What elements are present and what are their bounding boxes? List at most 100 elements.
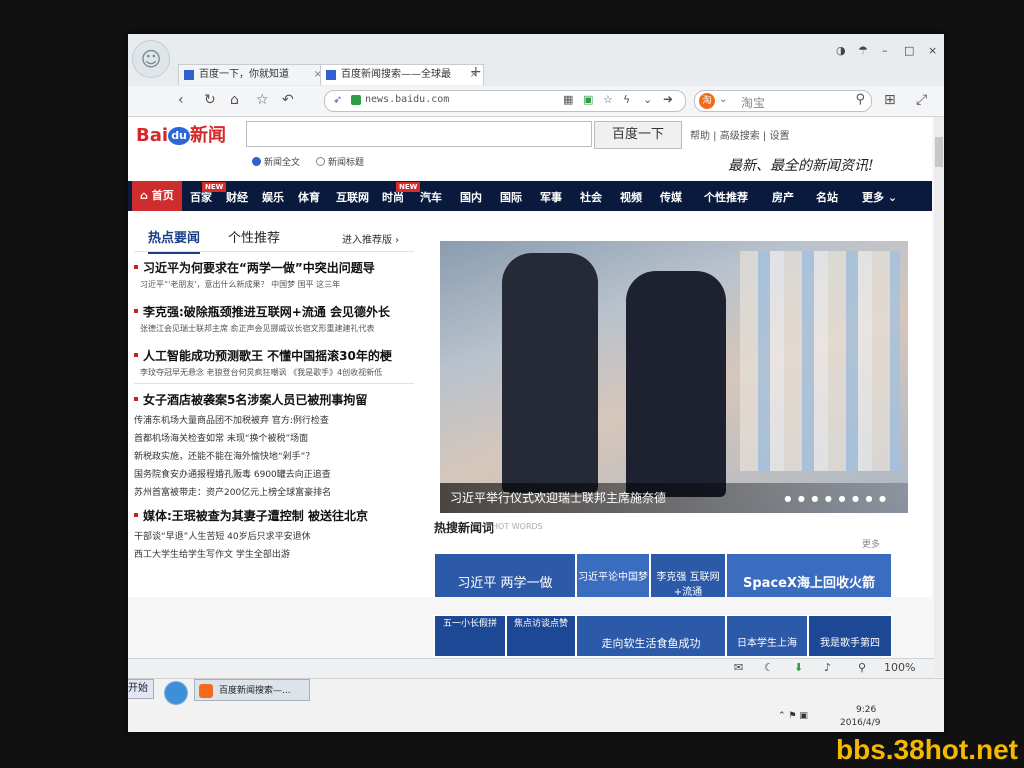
chevron-down-icon[interactable]: ⌄ bbox=[643, 93, 652, 106]
hot-word-tile[interactable]: SpaceX海上回收火箭 bbox=[726, 553, 892, 597]
favorite-star-icon[interactable]: ☆ bbox=[256, 92, 269, 108]
news-item[interactable]: 国务院食安办通报程婚孔贩毒 6900罐去向正追查 bbox=[134, 467, 331, 480]
hot-more-link[interactable]: 更多 bbox=[862, 537, 880, 550]
chat-icon[interactable]: ✉ bbox=[734, 661, 743, 674]
nav-entertainment[interactable]: 娱乐 bbox=[262, 189, 284, 205]
subline[interactable]: 李玟夺冠早无悬念 老狼登台何炅疯狂嘲讽 《我是歌手》4创收视新低 bbox=[140, 367, 382, 378]
expand-icon[interactable]: ⤢ bbox=[916, 92, 927, 108]
radio-label: 新闻全文 bbox=[264, 158, 301, 168]
nav-auto[interactable]: 汽车 bbox=[420, 189, 442, 205]
nav-domestic[interactable]: 国内 bbox=[460, 189, 482, 205]
rocket-icon: ➶ bbox=[333, 93, 343, 106]
news-item[interactable]: 首都机场海关检查如常 未现“换个被税”场面 bbox=[134, 431, 308, 444]
nav-military[interactable]: 军事 bbox=[540, 189, 562, 205]
headline[interactable]: 媒体:王珉被查为其妻子遭控制 被送往北京 bbox=[134, 507, 368, 524]
user-avatar-icon[interactable]: ☺ bbox=[132, 40, 170, 78]
baidu-search-button[interactable]: 百度一下 bbox=[594, 121, 682, 149]
address-bar[interactable]: ➶ news.baidu.com ▦ ▣ ☆ ϟ ⌄ ➜ bbox=[324, 90, 686, 112]
hero-photo-carousel[interactable]: 习近平举行仪式欢迎瑞士联邦主席施奈德 ● ● ● ● ● ● ● ● bbox=[440, 241, 908, 513]
ie-icon[interactable] bbox=[164, 681, 188, 705]
nav-international[interactable]: 国际 bbox=[500, 189, 522, 205]
news-item[interactable]: 干部谈“早退”人生苦短 40岁后只求平安退休 bbox=[134, 529, 311, 542]
news-item[interactable]: 西工大学生给学生写作文 学生全部出游 bbox=[134, 547, 290, 560]
hot-word-tile[interactable]: 李克强 互联网+流通 bbox=[650, 553, 726, 597]
headline[interactable]: 习近平为何要求在“两学一做”中突出问题导 bbox=[134, 259, 375, 276]
hot-word-tile[interactable]: 日本学生上海 bbox=[726, 615, 808, 657]
nav-baijia[interactable]: NEW 百家 bbox=[190, 182, 227, 205]
taskbar-window-label: 百度新闻搜索—... bbox=[219, 686, 291, 696]
chevron-down-icon[interactable]: ⌄ bbox=[719, 94, 727, 105]
slogan: 最新、最全的新闻资讯! bbox=[728, 158, 874, 174]
zoom-icon[interactable]: ⚲ bbox=[858, 661, 866, 674]
qr-icon[interactable]: ▦ bbox=[563, 93, 573, 106]
search-icon[interactable]: ⚲ bbox=[855, 92, 865, 107]
carousel-dots[interactable]: ● ● ● ● ● ● ● ● bbox=[784, 494, 888, 503]
subline[interactable]: 张德江会见瑞士联邦主席 俞正声会见挪威议长宿文形重建建礼代表 bbox=[140, 323, 375, 334]
hot-word-tile[interactable]: 五一小长假拼 bbox=[434, 615, 506, 657]
taskbar-window-baidu-news[interactable]: 百度新闻搜索—... bbox=[194, 679, 310, 701]
hot-word-tile[interactable]: 我是歌手第四 bbox=[808, 615, 892, 657]
download-icon[interactable]: ⬇ bbox=[794, 661, 803, 674]
undo-icon[interactable]: ↶ bbox=[282, 92, 294, 108]
shirt-icon[interactable]: ☂ bbox=[858, 44, 868, 57]
close-window-button[interactable]: × bbox=[928, 44, 937, 57]
new-tab-button[interactable]: + bbox=[470, 64, 482, 80]
maximize-button[interactable]: □ bbox=[904, 44, 914, 57]
top-links[interactable]: 帮助 | 高级搜索 | 设置 bbox=[690, 127, 789, 142]
tab-baidu-news[interactable]: 百度新闻搜索——全球最 × bbox=[320, 64, 484, 85]
nav-internet[interactable]: 互联网 bbox=[336, 189, 369, 205]
nav-fashion[interactable]: NEW 时尚 bbox=[382, 182, 421, 205]
clock-date[interactable]: 2016/4/9 bbox=[840, 718, 880, 728]
baidu-favicon-icon bbox=[326, 70, 336, 80]
tab-personal[interactable]: 个性推荐 bbox=[228, 227, 280, 246]
start-button[interactable]: 开始 bbox=[128, 679, 154, 699]
lock-icon[interactable]: ▣ bbox=[583, 93, 593, 106]
news-item[interactable]: 传浦东机场大量商品团不加税被弃 官方:例行检查 bbox=[134, 413, 329, 426]
baidu-news-logo[interactable]: Bai du 新闻 bbox=[136, 121, 226, 147]
nav-video[interactable]: 视频 bbox=[620, 189, 642, 205]
news-item[interactable]: 苏州首富被带走：资产200亿元上榜全球富豪排名 bbox=[134, 485, 331, 498]
headline[interactable]: 李克强:破除瓶颈推进互联网+流通 会见德外长 bbox=[134, 303, 390, 320]
tab-hot-news[interactable]: 热点要闻 bbox=[148, 227, 201, 254]
nav-home[interactable]: ⌂ 首页 bbox=[132, 181, 182, 211]
star-icon[interactable]: ☆ bbox=[603, 93, 613, 106]
hot-word-tile[interactable]: 走向软生活食鱼成功 bbox=[576, 615, 726, 657]
vertical-scrollbar[interactable] bbox=[934, 117, 944, 677]
moon-icon[interactable]: ☾ bbox=[764, 661, 774, 674]
headline[interactable]: 人工智能成功预测歌王 不懂中国摇滚30年的梗 bbox=[134, 347, 392, 364]
search-engine-box[interactable]: 淘 ⌄ 淘宝 ⚲ bbox=[694, 90, 872, 112]
nav-sports[interactable]: 体育 bbox=[298, 189, 320, 205]
nav-label: 首页 bbox=[151, 189, 174, 202]
nav-famous-sites[interactable]: 名站 bbox=[816, 189, 838, 205]
nav-realestate[interactable]: 房产 bbox=[772, 189, 794, 205]
refresh-icon[interactable]: ↻ bbox=[204, 92, 216, 108]
hot-word-tile[interactable]: 习近平 两学一做 bbox=[434, 553, 576, 597]
skin-icon[interactable]: ◑ bbox=[836, 44, 846, 57]
nav-more[interactable]: 更多 ⌄ bbox=[862, 189, 897, 205]
scroll-thumb[interactable] bbox=[935, 137, 943, 167]
nav-finance[interactable]: 财经 bbox=[226, 189, 248, 205]
news-item[interactable]: 新税政实施，还能不能在海外愉快地“剁手”？ bbox=[134, 449, 314, 462]
zoom-level[interactable]: 100% bbox=[884, 661, 915, 674]
tray-icons[interactable]: ⌃ ⚑ ▣ bbox=[778, 711, 808, 721]
headline[interactable]: 女子酒店被袭案5名涉案人员已被刑事拘留 bbox=[134, 391, 367, 408]
go-arrow-icon[interactable]: ➜ bbox=[663, 92, 673, 106]
home-icon[interactable]: ⌂ bbox=[230, 92, 239, 108]
tab-baidu-home[interactable]: 百度一下，你就知道 × bbox=[178, 64, 328, 85]
news-search-input[interactable] bbox=[246, 121, 592, 147]
hot-word-tile[interactable]: 焦点访谈点赞 bbox=[506, 615, 576, 657]
enter-recommend-link[interactable]: 进入推荐版 › bbox=[342, 231, 399, 246]
nav-society[interactable]: 社会 bbox=[580, 189, 602, 205]
back-icon[interactable]: ‹ bbox=[178, 92, 184, 108]
radio-full-text[interactable]: 新闻全文 bbox=[252, 155, 300, 168]
nav-personal[interactable]: 个性推荐 bbox=[704, 189, 748, 205]
subline[interactable]: 习近平“'老朋友'，意出什么新成果？ 中国梦 国平 这三年 bbox=[140, 279, 340, 290]
lightning-icon[interactable]: ϟ bbox=[623, 93, 630, 106]
clock-time[interactable]: 9:26 bbox=[856, 705, 876, 715]
radio-title[interactable]: 新闻标题 bbox=[316, 155, 364, 168]
hot-word-tile[interactable]: 习近平论中国梦 bbox=[576, 553, 650, 597]
speaker-icon[interactable]: ♪ bbox=[824, 661, 831, 674]
minimize-button[interactable]: – bbox=[882, 44, 888, 57]
nav-media[interactable]: 传媒 bbox=[660, 189, 682, 205]
cart-icon[interactable]: ⊞ bbox=[884, 92, 896, 108]
